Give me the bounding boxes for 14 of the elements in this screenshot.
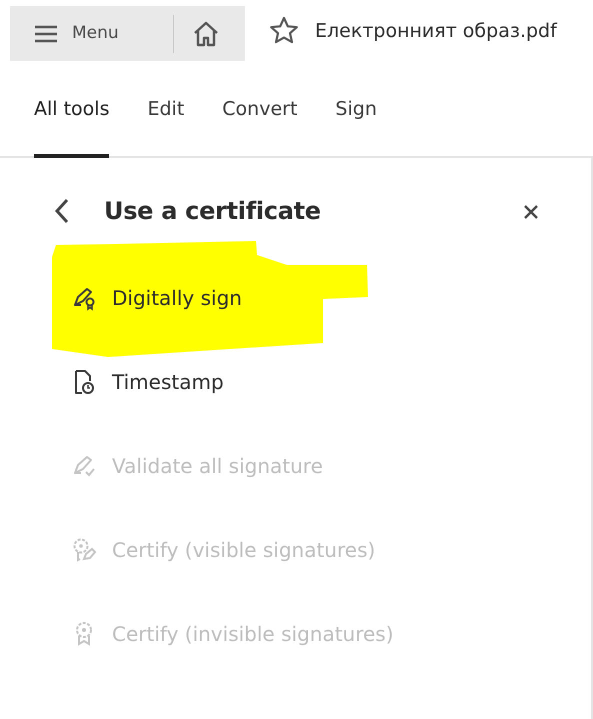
menu-button[interactable]: Menu	[10, 6, 173, 61]
back-icon[interactable]	[54, 198, 70, 224]
tab[interactable]: Convert	[222, 62, 298, 158]
tab[interactable]: Edit	[147, 62, 184, 158]
close-icon	[523, 204, 539, 220]
star-icon[interactable]	[269, 16, 299, 46]
tab[interactable]: All tools	[34, 62, 110, 158]
panel-title: Use a certificate	[104, 196, 321, 226]
certify-visible-icon	[72, 537, 98, 563]
menu-icon	[34, 24, 58, 42]
home-icon	[192, 20, 220, 46]
tool-item[interactable]: Timestamp	[54, 340, 224, 424]
file-name: Електронният образ.pdf	[315, 18, 557, 44]
tab[interactable]: Sign	[335, 62, 377, 158]
